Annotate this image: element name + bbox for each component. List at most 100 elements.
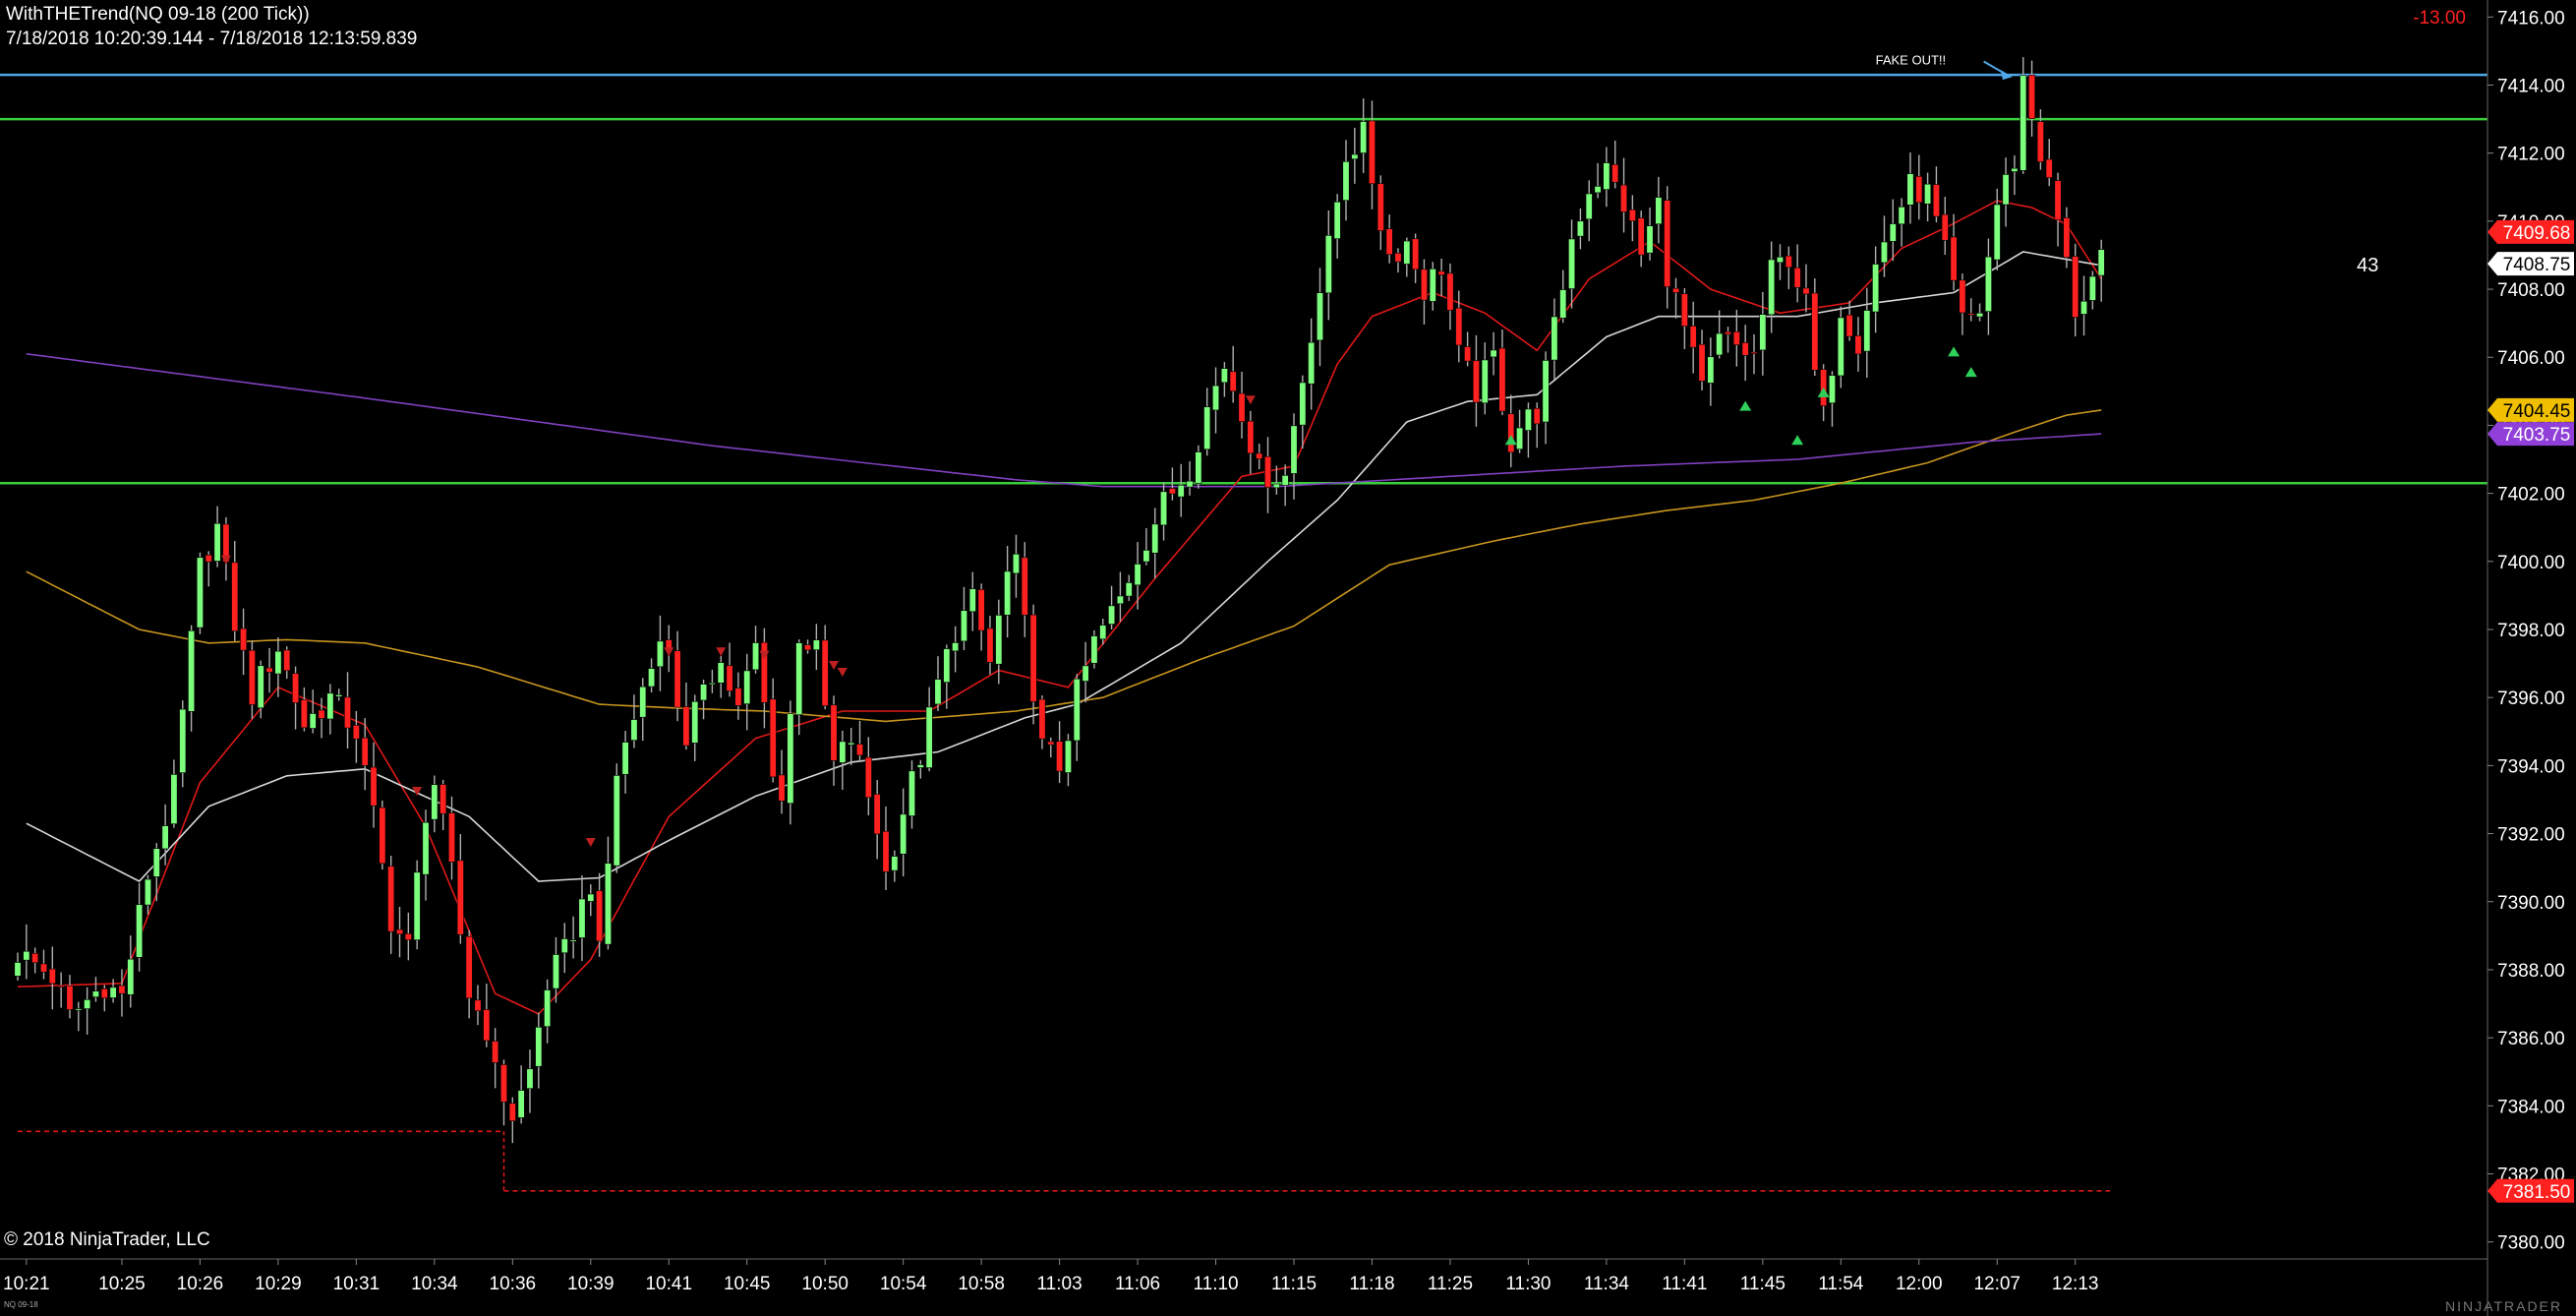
bull-candle [1099, 625, 1107, 640]
chart-background [0, 0, 2576, 1316]
bull-candle [960, 610, 967, 642]
price-chart[interactable]: FAKE OUT!!43 7380.007382.007384.007386.0… [0, 0, 2576, 1316]
price-tick-label: 7380.00 [2497, 1233, 2565, 1254]
bear-candle [1021, 557, 1028, 616]
bull-candle [422, 821, 430, 875]
bear-candle [1611, 163, 1619, 183]
bull-candle [1863, 310, 1871, 352]
bull-candle [1012, 554, 1020, 574]
bear-candle [474, 999, 482, 1012]
bear-candle [352, 725, 360, 740]
bull-candle [326, 692, 334, 720]
bear-candle [1498, 347, 1506, 412]
bull-candle [2088, 275, 2096, 301]
bear-candle [1941, 213, 1949, 241]
bear-candle [821, 639, 829, 706]
bear-candle [1811, 292, 1819, 371]
bull-candle [1993, 204, 2001, 261]
bear-candle [379, 807, 386, 865]
time-tick-label: 10:39 [567, 1274, 615, 1294]
bear-candle [439, 784, 447, 814]
price-tick-label: 7406.00 [2497, 348, 2565, 369]
bull-candle [1646, 225, 1654, 254]
bull-candle [1333, 202, 1341, 239]
bull-candle [717, 662, 725, 684]
bear-candle [1845, 315, 1853, 337]
bear-candle [1750, 351, 1758, 354]
bull-candle [517, 1090, 525, 1118]
price-marker-label: 7408.75 [2503, 255, 2571, 275]
bull-candle [1299, 382, 1307, 426]
bull-candle [1603, 162, 1610, 190]
bull-candle [144, 878, 151, 906]
bull-candle [560, 938, 568, 954]
bear-candle [2072, 256, 2079, 318]
bull-candle [1308, 341, 1316, 385]
bull-candle [1837, 317, 1844, 377]
bull-candle [1568, 238, 1576, 289]
time-tick-label: 11:18 [1349, 1274, 1394, 1294]
bear-candle [240, 628, 248, 651]
bull-candle [1116, 595, 1124, 605]
bull-candle [1768, 259, 1776, 316]
time-tick-label: 10:50 [801, 1274, 849, 1294]
bull-candle [691, 700, 699, 744]
time-tick-label: 10:41 [645, 1274, 692, 1294]
bull-candle [1177, 484, 1185, 498]
bull-candle [1142, 550, 1150, 563]
bear-candle [830, 704, 838, 761]
bear-candle [856, 744, 864, 756]
price-tick-label: 7384.00 [2497, 1097, 2565, 1117]
bear-candle [404, 933, 412, 940]
bear-candle [1689, 326, 1697, 348]
bear-candle [734, 688, 742, 706]
bear-candle [1680, 293, 1688, 327]
bear-candle [1802, 287, 1810, 295]
bull-candle [1429, 269, 1436, 302]
bear-candle [1950, 236, 1958, 281]
bull-candle [1195, 451, 1202, 484]
bull-candle [1585, 193, 1593, 220]
time-tick-label: 10:29 [255, 1274, 302, 1294]
bull-candle [23, 950, 30, 961]
bear-candle [361, 737, 369, 766]
bull-candle [1125, 582, 1133, 597]
bull-candle [196, 557, 204, 628]
bear-candle [1698, 343, 1706, 382]
bull-candle [431, 784, 439, 820]
net-change: -13.00 [2413, 8, 2466, 29]
bull-candle [84, 999, 91, 1009]
bull-candle [1542, 360, 1550, 423]
price-tick-label: 7400.00 [2497, 553, 2565, 573]
bear-candle [1229, 371, 1237, 392]
bull-candle [1351, 153, 1359, 159]
bull-candle [995, 615, 1003, 665]
price-marker-label: 7409.68 [2503, 223, 2571, 244]
bear-candle [1446, 272, 1454, 311]
bull-candle [1976, 312, 1984, 318]
bull-candle [1759, 314, 1767, 351]
tick-counter: 43 [2357, 255, 2378, 276]
ninjatrader-logo: NINJATRADER [2445, 1298, 2562, 1314]
bear-candle [2045, 158, 2053, 178]
bear-candle [1959, 279, 1966, 314]
bear-candle [1437, 270, 1445, 275]
bull-candle [1082, 665, 1089, 682]
bear-candle [205, 554, 212, 563]
bull-candle [136, 904, 144, 958]
bull-candle [795, 642, 803, 716]
bear-candle [1056, 741, 1064, 772]
bear-candle [1376, 183, 1384, 231]
bull-candle [1490, 349, 1497, 358]
bull-candle [413, 871, 421, 940]
bull-candle [743, 670, 751, 704]
time-tick-label: 11:10 [1193, 1274, 1238, 1294]
price-tick-label: 7396.00 [2497, 688, 2565, 709]
bear-candle [1420, 269, 1428, 301]
bear-candle [447, 812, 455, 863]
bull-candle [127, 958, 135, 995]
bull-candle [1090, 635, 1098, 664]
bull-candle [934, 679, 942, 705]
bull-candle [916, 764, 924, 768]
bull-candle [1108, 605, 1116, 625]
